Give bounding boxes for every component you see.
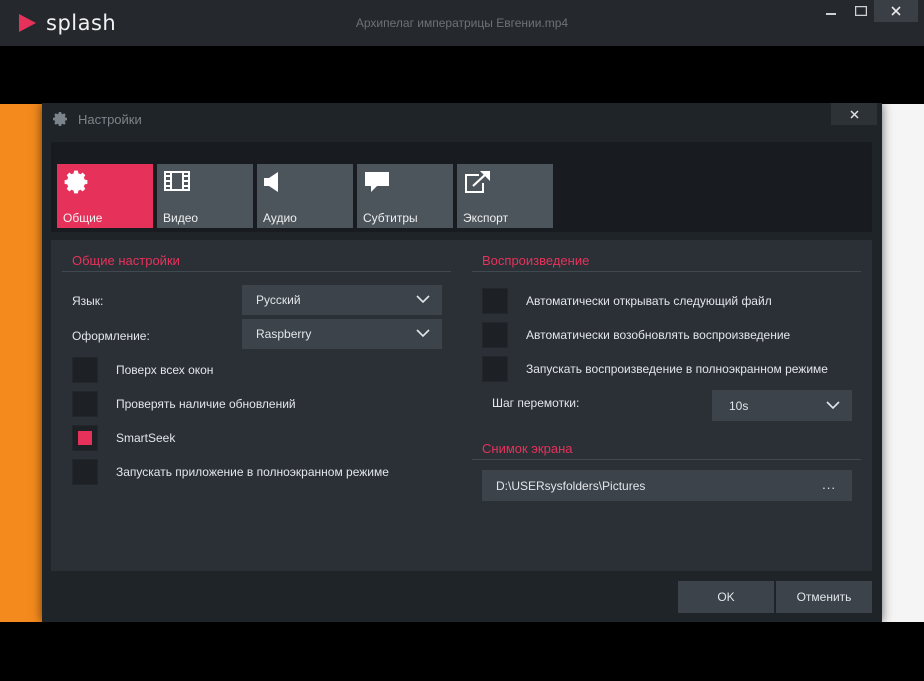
theme-label: Оформление: xyxy=(72,329,150,343)
language-label: Язык: xyxy=(72,294,104,308)
close-window-button[interactable] xyxy=(874,0,918,22)
ok-button[interactable]: OK xyxy=(678,581,774,613)
tab-label: Аудио xyxy=(263,211,297,225)
fullscreen-playback-label: Запускать воспроизведение в полноэкранно… xyxy=(526,362,828,376)
language-value: Русский xyxy=(256,293,301,307)
tab-bar: Общие Видео Аудио Субтитры Экспорт xyxy=(51,142,872,232)
tab-export[interactable]: Экспорт xyxy=(457,164,553,228)
speaker-icon xyxy=(264,172,278,192)
tab-video[interactable]: Видео xyxy=(157,164,253,228)
theme-value: Raspberry xyxy=(256,327,312,341)
divider xyxy=(472,271,861,272)
settings-panel: Общие настройки Язык: Русский Оформление… xyxy=(51,240,872,571)
tab-audio[interactable]: Аудио xyxy=(257,164,353,228)
screenshot-title: Снимок экрана xyxy=(482,441,573,456)
language-select[interactable]: Русский xyxy=(242,285,442,315)
seek-step-select[interactable]: 10s xyxy=(712,390,852,421)
cancel-button[interactable]: Отменить xyxy=(776,581,872,613)
tab-label: Видео xyxy=(163,211,199,225)
video-content xyxy=(0,104,46,622)
gear-icon xyxy=(64,170,88,194)
fullscreen-playback-checkbox[interactable] xyxy=(482,356,508,382)
close-icon xyxy=(849,109,859,119)
smartseek-checkbox[interactable] xyxy=(72,425,98,451)
tab-general[interactable]: Общие xyxy=(57,164,153,228)
always-on-top-checkbox[interactable] xyxy=(72,357,98,383)
divider xyxy=(62,271,451,272)
maximize-button[interactable] xyxy=(848,0,874,22)
maximize-icon xyxy=(855,6,867,16)
chevron-down-icon xyxy=(416,295,430,304)
speech-bubble-icon xyxy=(365,172,389,192)
tab-label: Субтитры xyxy=(363,211,418,225)
dialog-title-bar: Настройки xyxy=(52,111,142,127)
tab-subtitles[interactable]: Субтитры xyxy=(357,164,453,228)
film-icon xyxy=(164,171,190,191)
tab-label: Общие xyxy=(63,211,103,225)
fullscreen-app-checkbox[interactable] xyxy=(72,459,98,485)
auto-open-next-label: Автоматически открывать следующий файл xyxy=(526,294,772,308)
chevron-down-icon xyxy=(416,329,430,338)
check-updates-checkbox[interactable] xyxy=(72,391,98,417)
always-on-top-label: Поверх всех окон xyxy=(116,363,214,377)
minimize-button[interactable] xyxy=(818,0,844,22)
screenshot-path-value: D:\USERsysfolders\Pictures xyxy=(496,479,646,493)
gear-icon xyxy=(53,112,67,126)
seek-step-label: Шаг перемотки: xyxy=(492,396,580,410)
theme-select[interactable]: Raspberry xyxy=(242,319,442,349)
smartseek-label: SmartSeek xyxy=(116,431,176,445)
seek-step-value: 10s xyxy=(729,399,749,413)
tab-label: Экспорт xyxy=(463,211,509,225)
dialog-title: Настройки xyxy=(78,111,142,127)
title-bar: splash Архипелаг императрицы Евгении.mp4 xyxy=(0,0,924,46)
chevron-down-icon xyxy=(826,401,840,410)
auto-resume-checkbox[interactable] xyxy=(482,322,508,348)
auto-resume-label: Автоматически возобновлять воспроизведен… xyxy=(526,328,791,342)
check-updates-label: Проверять наличие обновлений xyxy=(116,397,296,411)
browse-button[interactable]: ... xyxy=(822,477,836,492)
screenshot-path-field[interactable]: D:\USERsysfolders\Pictures ... xyxy=(482,470,852,501)
export-icon xyxy=(465,171,490,193)
auto-open-next-checkbox[interactable] xyxy=(482,288,508,314)
general-settings-title: Общие настройки xyxy=(72,253,180,268)
dialog-close-button[interactable] xyxy=(831,103,877,125)
fullscreen-app-label: Запускать приложение в полноэкранном реж… xyxy=(116,465,389,479)
playback-title: Воспроизведение xyxy=(482,253,590,268)
minimize-icon xyxy=(826,13,836,15)
close-icon xyxy=(891,6,901,16)
divider xyxy=(472,459,861,460)
settings-dialog: Настройки Общие Видео Аудио Субтитры Экс… xyxy=(42,103,882,622)
window-title: Архипелаг императрицы Евгении.mp4 xyxy=(355,16,569,30)
